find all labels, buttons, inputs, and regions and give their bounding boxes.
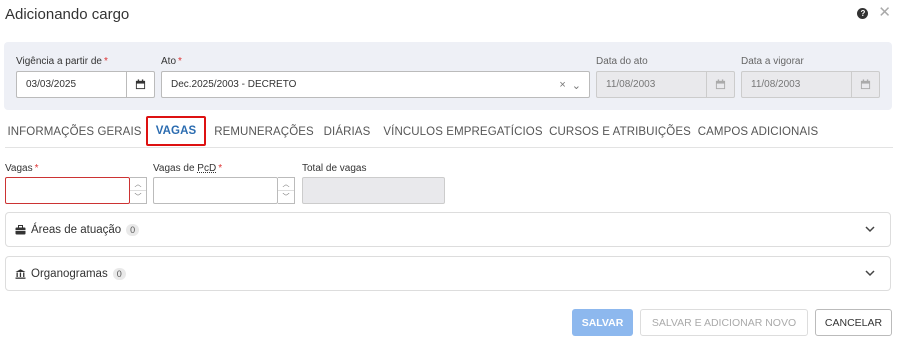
tab-diarias[interactable]: DIÁRIAS [319,117,375,147]
chevron-down-icon[interactable]: ⌄ [572,79,581,92]
header-actions: ? ✕ [857,5,891,20]
vagas-stepper[interactable]: ︿ ﹀ [130,177,147,204]
tab-cursos-e-atribuicoes[interactable]: CURSOS E ATRIBUIÇÕES [549,117,691,147]
ato-label: Ato * [161,56,182,67]
header-fields-panel: Vigência a partir de * 03/03/2025 Ato * De… [4,42,892,110]
total-vagas-label: Total de vagas [302,163,367,174]
data-ato-input: 11/08/2003 [596,71,735,98]
save-and-add-new-button[interactable]: SALVAR E ADICIONAR NOVO [640,309,808,336]
briefcase-icon [15,224,26,234]
vagas-input[interactable] [5,177,130,204]
data-ato-value: 11/08/2003 [606,79,656,90]
vigencia-date-input[interactable]: 03/03/2025 [16,71,155,98]
calendar-button[interactable] [126,72,154,97]
count-badge: 0 [112,267,126,280]
tab-remuneracoes[interactable]: REMUNERAÇÕES [210,117,318,147]
tab-informacoes-gerais[interactable]: INFORMAÇÕES GERAIS [5,117,144,147]
institution-icon [15,268,26,279]
total-vagas-field [302,177,445,204]
vagas-pcd-label: Vagas de PcD * [153,163,223,174]
calendar-icon [715,79,726,90]
dialog-title: Adicionando cargo [5,6,130,23]
count-badge: 0 [126,223,140,236]
tab-vinculos-empregaticios[interactable]: VÍNCULOS EMPREGATÍCIOS [381,117,545,147]
data-ato-label: Data do ato [596,56,648,67]
accordion-organogramas[interactable]: Organogramas 0 [5,256,891,291]
chevron-down-icon [865,226,875,233]
help-icon[interactable]: ? [857,7,869,19]
vagas-label: Vagas * [5,163,39,174]
ato-select[interactable]: Dec.2025/2003 - DECRETO × ⌄ [161,71,590,98]
tab-bar: INFORMAÇÕES GERAIS VAGAS REMUNERAÇÕES DI… [5,116,893,148]
chevron-up-icon[interactable]: ︿ [130,178,146,191]
tab-campos-adicionais[interactable]: CAMPOS ADICIONAIS [696,117,820,147]
chevron-up-icon[interactable]: ︿ [278,178,294,191]
data-vigorar-label: Data a vigorar [741,56,804,67]
accordion-label: Áreas de atuação [31,223,122,236]
chevron-down-icon[interactable]: ﹀ [278,191,294,203]
calendar-icon [860,79,871,90]
vigencia-label: Vigência a partir de * [16,56,108,67]
save-button[interactable]: SALVAR [572,309,633,336]
accordion-areas-atuacao[interactable]: Áreas de atuação 0 [5,212,891,247]
clear-icon[interactable]: × [559,79,565,92]
vagas-pcd-input[interactable] [153,177,278,204]
vigencia-value: 03/03/2025 [26,79,77,90]
close-icon[interactable]: ✕ [878,5,891,20]
ato-value: Dec.2025/2003 - DECRETO [171,79,297,90]
calendar-button-disabled [851,72,879,97]
tab-vagas[interactable]: VAGAS [146,116,206,146]
chevron-down-icon [865,270,875,277]
cancel-button[interactable]: CANCELAR [815,309,892,336]
accordion-label: Organogramas [31,267,108,280]
data-vigorar-input: 11/08/2003 [741,71,880,98]
vagas-pcd-stepper[interactable]: ︿ ﹀ [278,177,295,204]
calendar-icon [135,79,146,90]
data-vigorar-value: 11/08/2003 [751,79,801,90]
chevron-down-icon[interactable]: ﹀ [130,191,146,203]
calendar-button-disabled [706,72,734,97]
